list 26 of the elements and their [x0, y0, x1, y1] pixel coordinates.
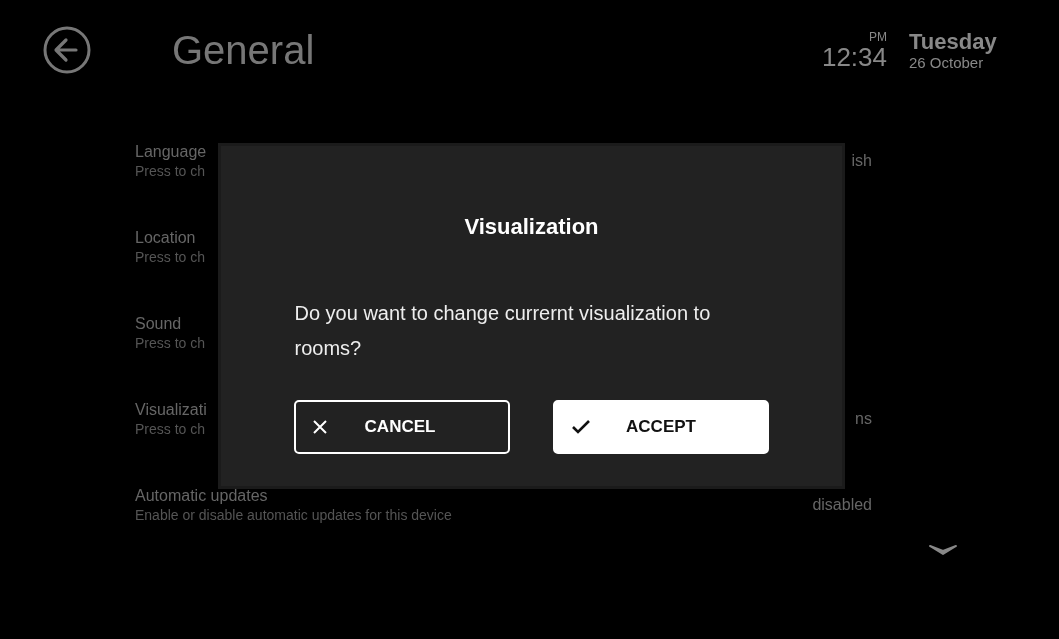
- setting-description: Press to ch: [135, 248, 206, 266]
- setting-description: Press to ch: [135, 334, 206, 352]
- dialog-message: Do you want to change currernt visualization to rooms?: [294, 301, 712, 361]
- cancel-button[interactable]: CANCEL: [294, 400, 510, 454]
- clock-period: PM: [869, 30, 887, 44]
- setting-description: Enable or disable automatic updates for this device: [135, 506, 452, 524]
- dialog-title: Visualization: [464, 214, 599, 240]
- setting-description: Press to ch: [135, 420, 207, 438]
- chevron-down-icon[interactable]: [928, 543, 958, 557]
- check-icon: [571, 419, 591, 435]
- setting-title[interactable]: Sound: [135, 314, 206, 334]
- setting-title[interactable]: Language: [135, 142, 207, 162]
- weekday: Tuesday: [909, 29, 998, 54]
- setting-title[interactable]: Automatic updates: [135, 486, 452, 506]
- setting-title[interactable]: Visualizati: [135, 400, 207, 420]
- setting-title[interactable]: Location: [135, 228, 206, 248]
- clock-time: 12:34: [821, 44, 887, 70]
- close-icon: [312, 419, 328, 435]
- setting-description: Press to ch: [135, 162, 207, 180]
- accept-button[interactable]: ACCEPT: [553, 400, 769, 454]
- back-icon[interactable]: [42, 25, 92, 75]
- setting-value: ns: [855, 410, 872, 429]
- setting-value: ish: [851, 152, 872, 171]
- page-title: General: [172, 27, 316, 73]
- date: 26 October: [909, 53, 984, 71]
- setting-value: disabled: [812, 496, 872, 515]
